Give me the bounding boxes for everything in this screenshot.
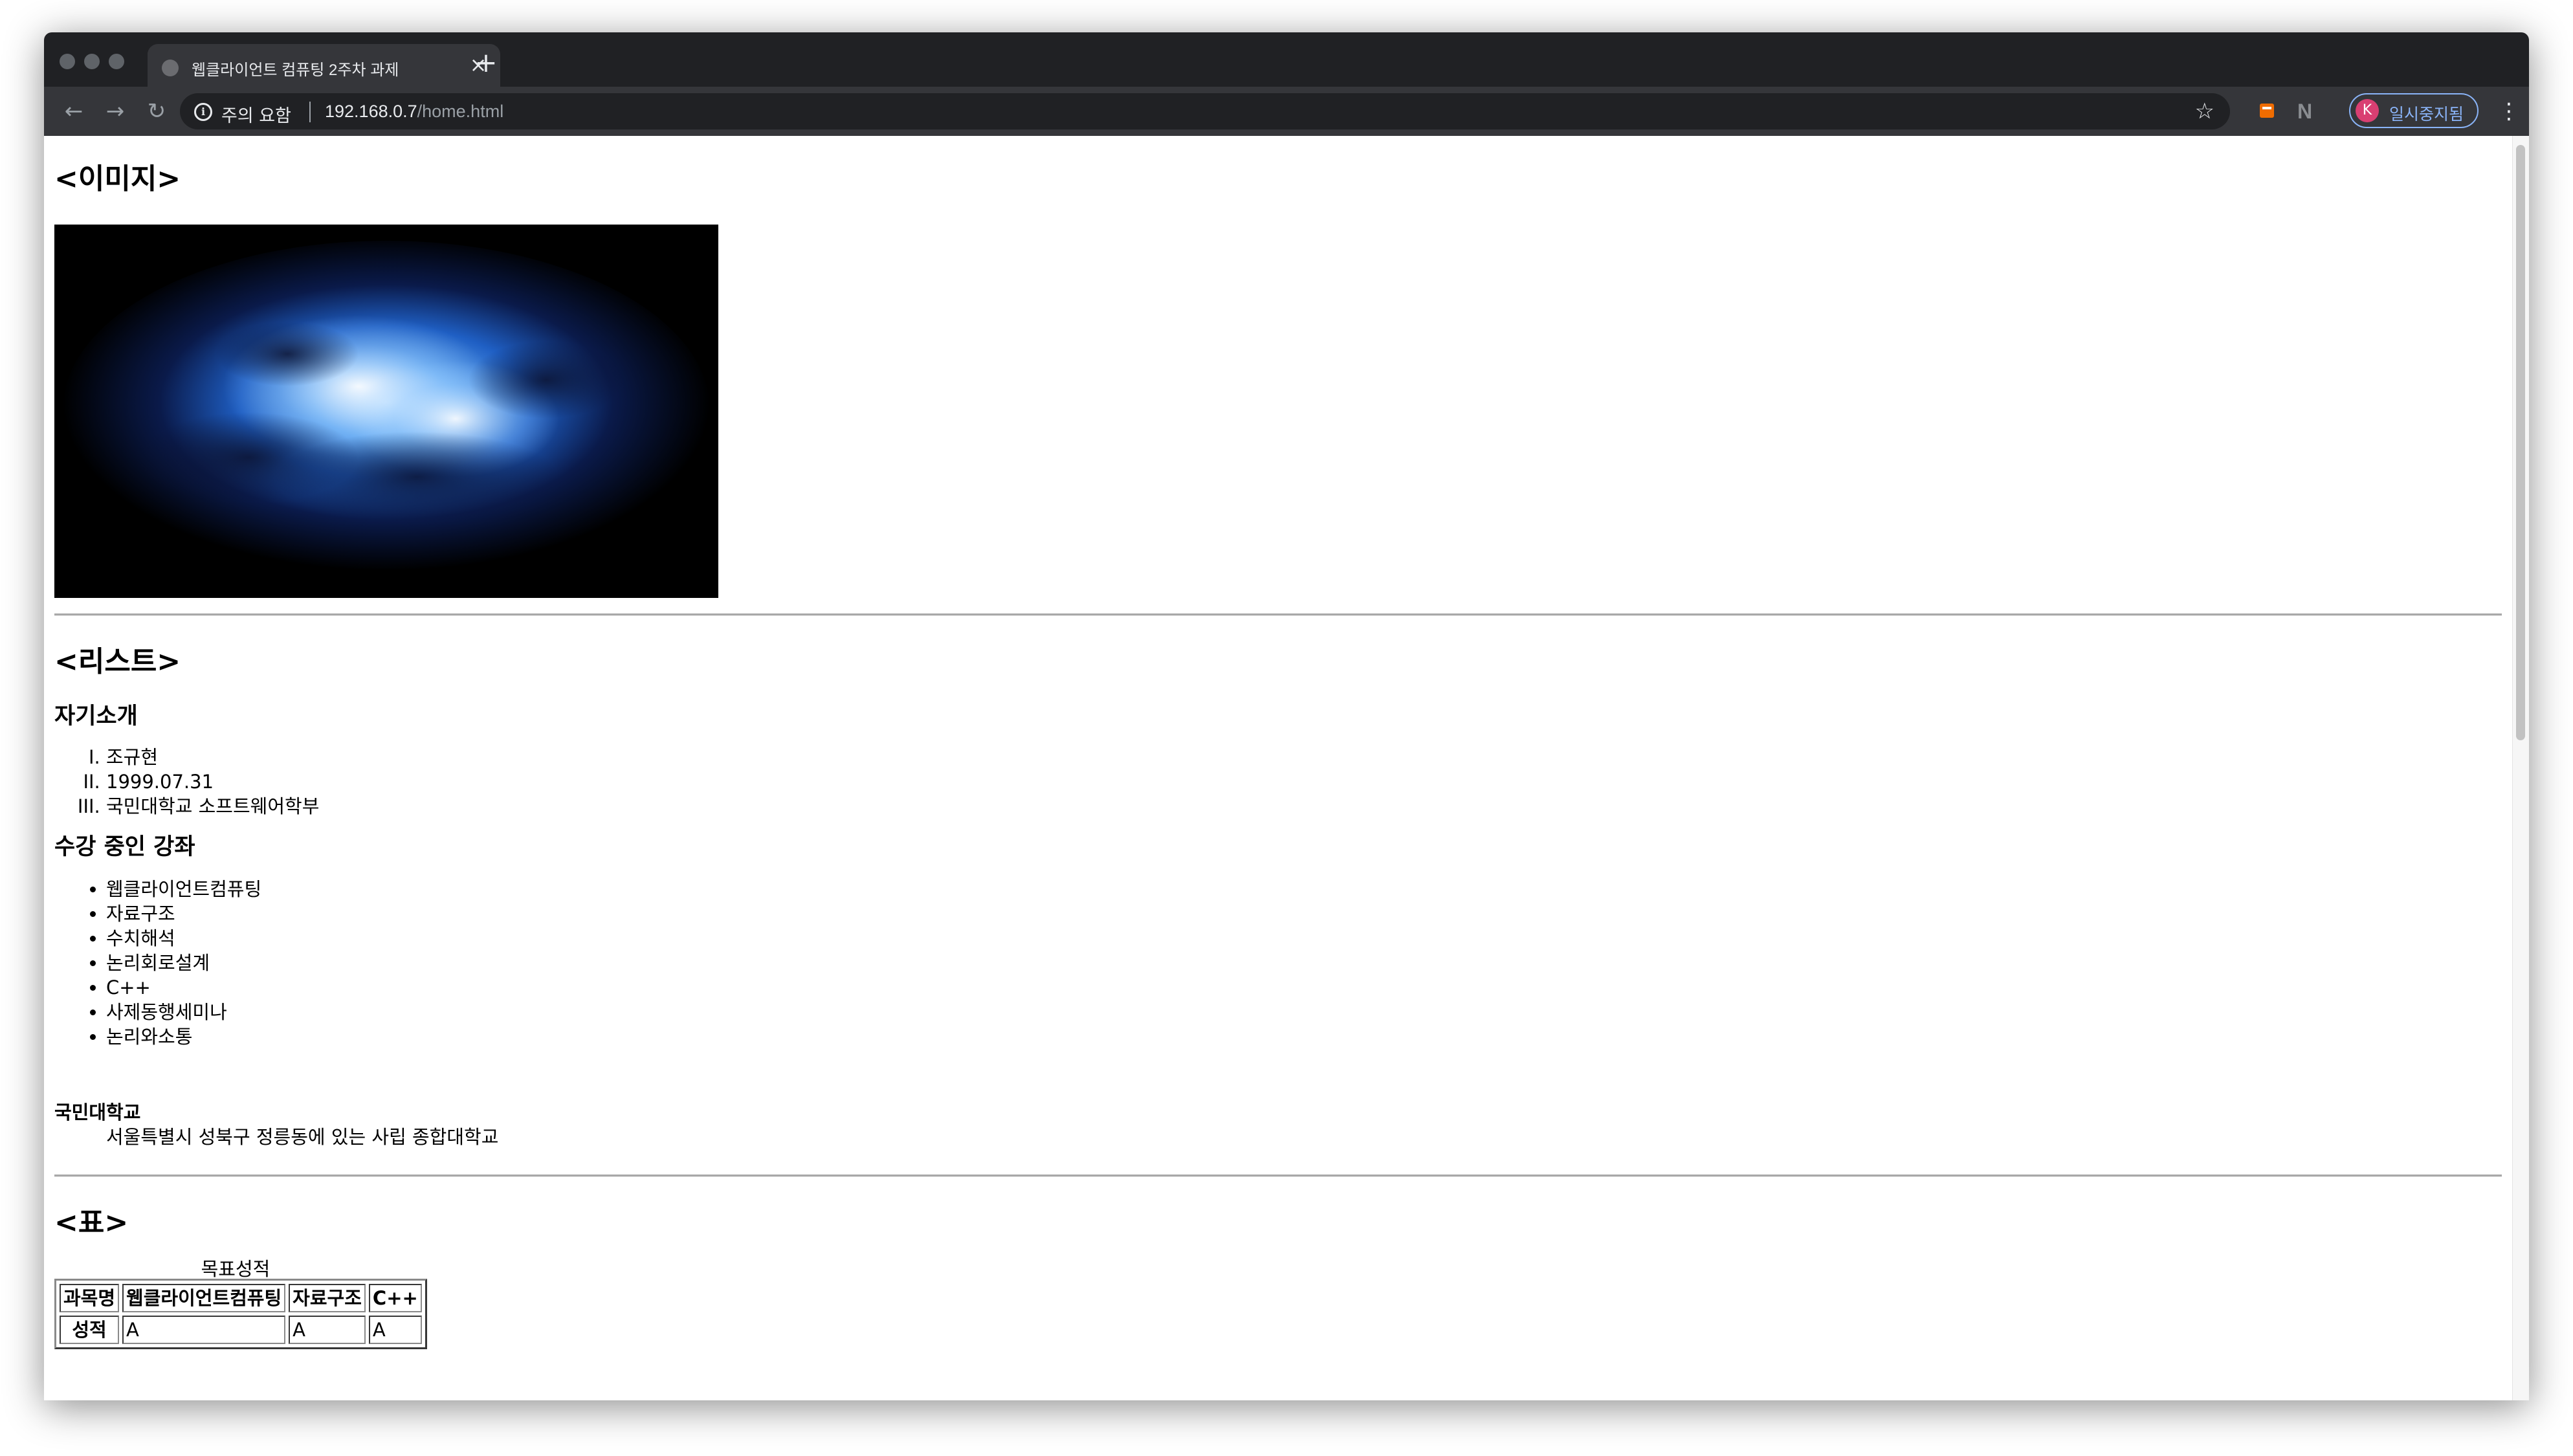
definition-list: 국민대학교 서울특별시 성북구 정릉동에 있는 사립 종합대학교	[54, 1100, 498, 1149]
table-cell: A	[122, 1316, 286, 1344]
security-label[interactable]: 주의 요함	[221, 102, 291, 127]
table-row: 성적 A A A	[60, 1316, 422, 1344]
vertical-scrollbar[interactable]	[2512, 136, 2529, 1400]
divider	[54, 1175, 2502, 1177]
url-host: 192.168.0.7	[325, 102, 417, 121]
reload-icon[interactable]: ↻	[141, 96, 172, 127]
avatar: K	[2356, 99, 2379, 122]
image-section-heading: <이미지>	[54, 162, 181, 195]
profile-button[interactable]: K 일시중지됨	[2349, 93, 2479, 128]
list-item: 논리회로설계	[106, 951, 261, 975]
list-item: 자료구조	[106, 901, 261, 926]
toolbar: ← → ↻ i 주의 요함 192.168.0.7/home.html ☆ N …	[44, 87, 2529, 136]
table-section-heading: <표>	[54, 1206, 129, 1239]
tab-strip: 웹클라이언트 컴퓨팅 2주차 과제 × +	[44, 32, 2529, 87]
grades-table: 과목명 웹클라이언트컴퓨팅 자료구조 C++ 성적 A A A	[54, 1279, 427, 1349]
table-row-label: 성적	[60, 1316, 120, 1344]
plus-icon[interactable]: +	[471, 48, 501, 78]
list-item: 조규현	[106, 745, 319, 769]
nebula-image-art	[54, 225, 718, 598]
table-cell: A	[289, 1316, 366, 1344]
table-header-cell: C++	[368, 1284, 422, 1312]
zoom-window-dot[interactable]	[109, 54, 124, 69]
nebula-image	[54, 225, 718, 598]
list-item: 1999.07.31	[106, 769, 319, 794]
url-text[interactable]: 192.168.0.7/home.html	[325, 102, 503, 122]
table-header-cell: 과목명	[60, 1284, 120, 1312]
notion-extension-icon[interactable]: N	[2297, 98, 2312, 124]
more-vert-icon[interactable]: ⋮	[2498, 96, 2520, 127]
definition-description: 서울특별시 성북구 정릉동에 있는 사립 종합대학교	[106, 1126, 499, 1148]
tab-home[interactable]: 웹클라이언트 컴퓨팅 2주차 과제 ×	[148, 44, 500, 87]
divider	[309, 102, 311, 122]
courses-heading: 수강 중인 강좌	[54, 834, 195, 860]
list-item: 사제동행세미나	[106, 1000, 261, 1024]
globe-icon	[162, 60, 179, 76]
intro-list: 조규현 1999.07.31 국민대학교 소프트웨어학부	[106, 745, 319, 819]
courses-list: 웹클라이언트컴퓨팅 자료구조 수치해석 논리회로설계 C++ 사제동행세미나 논…	[106, 877, 261, 1049]
intro-heading: 자기소개	[54, 703, 138, 729]
back-arrow-icon[interactable]: ←	[58, 96, 89, 127]
table-header-cell: 자료구조	[289, 1284, 366, 1312]
browser-window: 웹클라이언트 컴퓨팅 2주차 과제 × + ← → ↻ i 주의 요함 192.…	[44, 32, 2529, 1400]
address-bar[interactable]: i 주의 요함 192.168.0.7/home.html ☆	[180, 93, 2230, 129]
list-item: 논리와소통	[106, 1024, 261, 1049]
tab-title: 웹클라이언트 컴퓨팅 2주차 과제	[192, 61, 399, 79]
minimize-window-dot[interactable]	[84, 54, 100, 69]
definition-term: 국민대학교	[54, 1101, 141, 1123]
list-item: C++	[106, 975, 261, 1000]
divider	[54, 613, 2502, 616]
list-item: 수치해석	[106, 926, 261, 951]
list-section-heading: <리스트>	[54, 645, 181, 678]
table-header-row: 과목명 웹클라이언트컴퓨팅 자료구조 C++	[60, 1284, 422, 1312]
table-header-cell: 웹클라이언트컴퓨팅	[122, 1284, 286, 1312]
list-item: 국민대학교 소프트웨어학부	[106, 794, 319, 819]
table-caption: 목표성적	[201, 1258, 271, 1280]
extension-icon[interactable]	[2260, 104, 2274, 118]
page-viewport: <이미지> <리스트> 자기소개 I. 조규현 II. 1999.07.31 I…	[44, 136, 2512, 1400]
url-path: /home.html	[417, 102, 504, 121]
star-icon[interactable]: ☆	[2195, 97, 2214, 126]
list-item: 웹클라이언트컴퓨팅	[106, 877, 261, 901]
forward-arrow-icon[interactable]: →	[100, 96, 131, 127]
info-icon[interactable]: i	[194, 103, 212, 121]
profile-label: 일시중지됨	[2389, 105, 2464, 124]
scrollbar-thumb[interactable]	[2516, 145, 2525, 740]
table-cell: A	[368, 1316, 422, 1344]
close-window-dot[interactable]	[60, 54, 75, 69]
